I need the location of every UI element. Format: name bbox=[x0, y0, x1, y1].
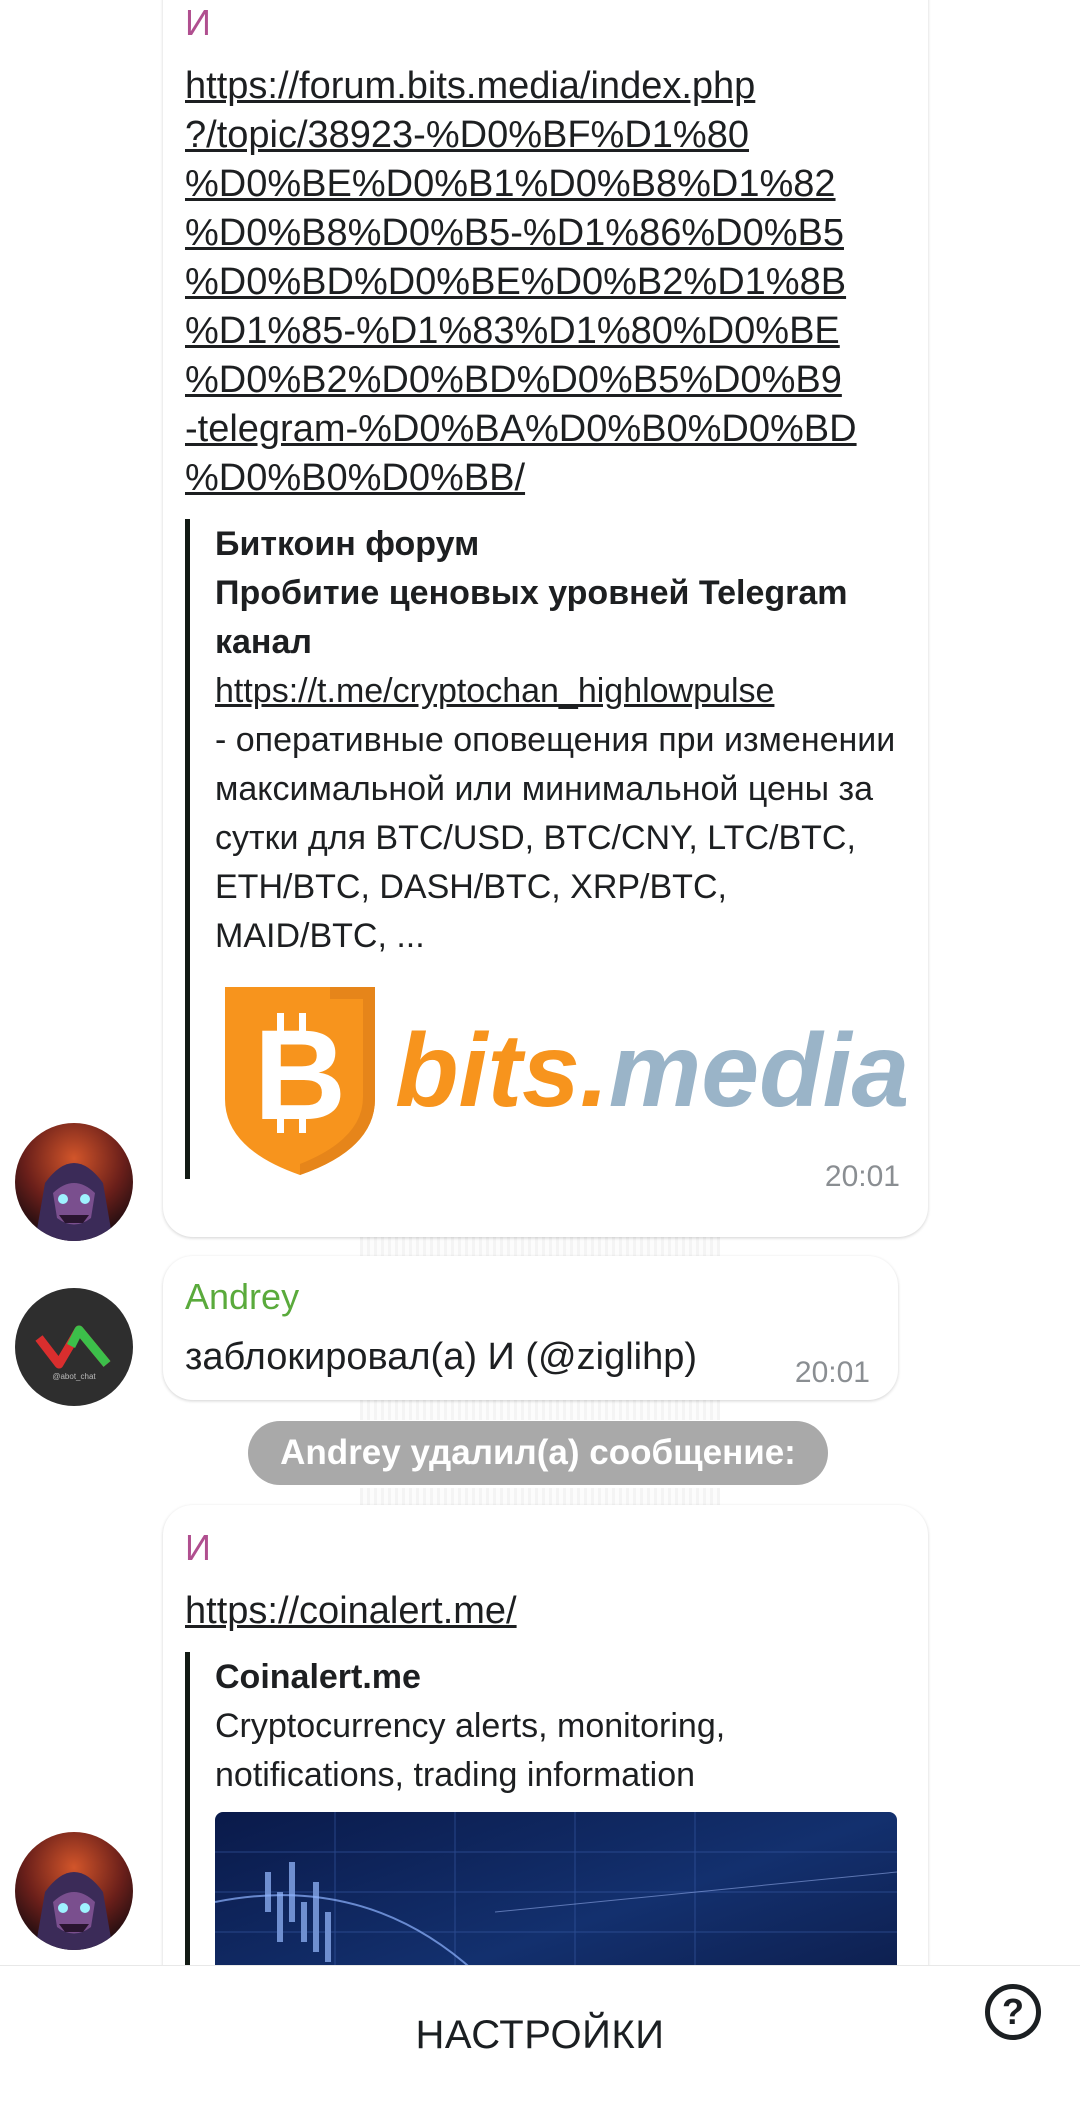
background-artifact bbox=[360, 1488, 720, 1506]
link-line[interactable]: https://forum.bits.media/index.php bbox=[185, 62, 906, 111]
sender-name[interactable]: И bbox=[185, 0, 906, 46]
message-link[interactable]: https://coinalert.me/ bbox=[185, 1587, 906, 1636]
bitcoin-shield-logo-icon: B bbox=[225, 987, 375, 1175]
preview-description: Cryptocurrency alerts, monitoring, notif… bbox=[215, 1707, 726, 1794]
message-time: 20:01 bbox=[794, 1356, 870, 1389]
preview-site-name: Биткоин форум bbox=[215, 525, 480, 563]
service-message: Andrey удалил(а) сообщение: bbox=[248, 1421, 828, 1485]
message-bubble[interactable]: И https://forum.bits.media/index.php ?/t… bbox=[163, 0, 928, 1237]
preview-site-name: Coinalert.me bbox=[215, 1658, 421, 1696]
sender-name[interactable]: И bbox=[185, 1525, 906, 1571]
link-line[interactable]: %D0%B8%D0%B5-%D1%86%D0%B5 bbox=[185, 209, 906, 258]
message-time: 20:01 bbox=[824, 1160, 900, 1193]
sender-name[interactable]: Andrey bbox=[185, 1274, 876, 1320]
message-text: заблокировал(а) И (@ziglihp) bbox=[185, 1336, 698, 1378]
message-link[interactable]: https://forum.bits.media/index.php ?/top… bbox=[185, 62, 906, 503]
settings-button[interactable]: НАСТРОЙКИ bbox=[0, 1966, 1080, 2104]
user-avatar[interactable] bbox=[15, 1123, 133, 1241]
user-avatar[interactable]: @abot_chat bbox=[15, 1288, 133, 1406]
link-line[interactable]: %D0%BE%D0%B1%D0%B8%D1%82 bbox=[185, 160, 906, 209]
chart-logo-icon bbox=[35, 1325, 111, 1369]
link-line[interactable]: -telegram-%D0%BA%D0%B0%D0%BD bbox=[185, 405, 906, 454]
link-line[interactable]: %D0%B2%D0%BD%D0%B5%D0%B9 bbox=[185, 356, 906, 405]
preview-image-logo-text: bits.media bbox=[395, 1013, 906, 1129]
link-line[interactable]: ?/topic/38923-%D0%BF%D1%80 bbox=[185, 111, 906, 160]
bottom-bar: НАСТРОЙКИ bbox=[0, 1965, 1080, 2104]
link-preview[interactable]: Биткоин форум Пробитие ценовых уровней T… bbox=[185, 519, 906, 1179]
link-line[interactable]: %D0%B0%D0%BB/ bbox=[185, 454, 906, 503]
help-icon[interactable]: ? bbox=[985, 1984, 1041, 2040]
link-line[interactable]: %D1%85-%D1%83%D1%80%D0%BE bbox=[185, 307, 906, 356]
avatar-image-icon bbox=[15, 1832, 133, 1950]
preview-image[interactable]: B bits.media bbox=[215, 979, 906, 1179]
preview-desc-text: - оперативные оповещения при изменении м… bbox=[215, 721, 896, 955]
avatar-image-icon bbox=[15, 1123, 133, 1241]
link-line[interactable]: %D0%BD%D0%BE%D0%B2%D1%8B bbox=[185, 258, 906, 307]
message-bubble[interactable]: Andrey заблокировал(а) И (@ziglihp) 20:0… bbox=[163, 1256, 898, 1400]
avatar-caption: @abot_chat bbox=[52, 1372, 96, 1381]
preview-inline-link[interactable]: https://t.me/cryptochan_highlowpulse bbox=[215, 672, 774, 710]
user-avatar[interactable] bbox=[15, 1832, 133, 1950]
message-bubble[interactable]: И https://coinalert.me/ Coinalert.me Cry… bbox=[163, 1505, 928, 2025]
preview-description: https://t.me/cryptochan_highlowpulse - о… bbox=[215, 667, 906, 961]
preview-title: Пробитие ценовых уровней Telegram канал bbox=[215, 574, 848, 661]
